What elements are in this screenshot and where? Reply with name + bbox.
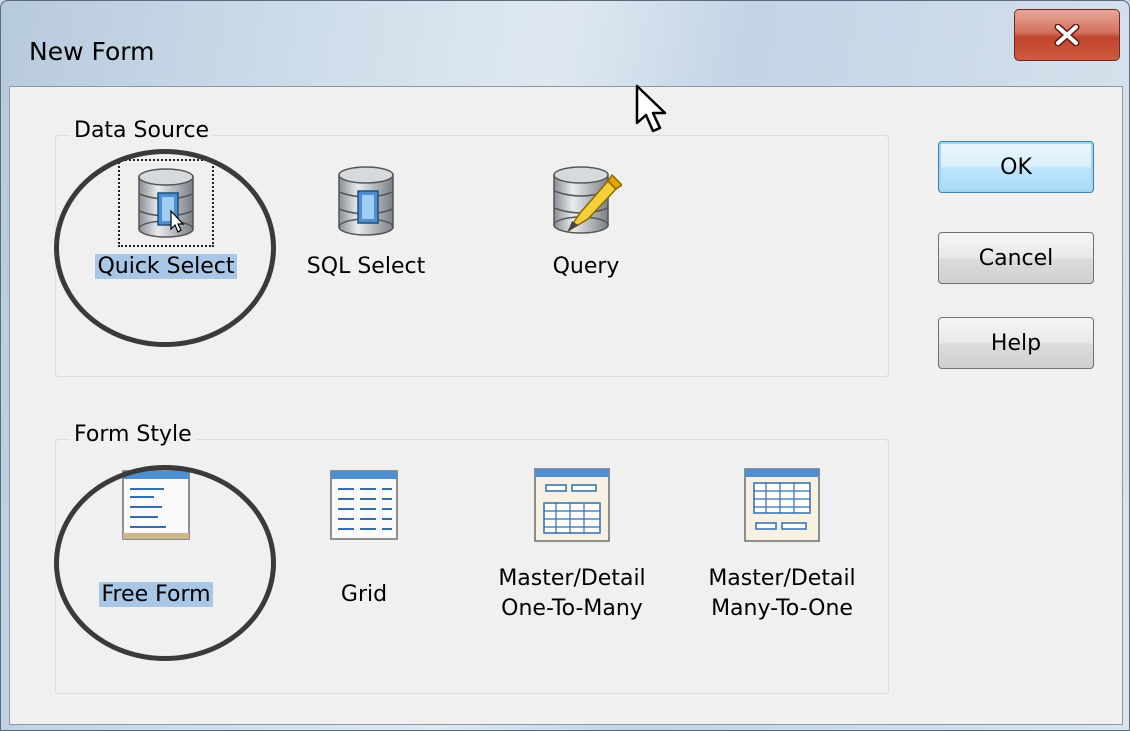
close-icon [1054,24,1080,46]
close-button[interactable] [1014,9,1120,61]
grid-label: Grid [340,582,388,607]
form-style-label: Form Style [70,422,196,447]
master-detail-many-to-one-line1: Master/Detail [708,566,856,591]
help-button[interactable]: Help [938,317,1094,369]
master-detail-many-to-one-option[interactable]: Master/Detail Many-To-One [692,460,872,621]
query-option[interactable]: Query [496,156,676,306]
master-detail-one-to-many-option[interactable]: Master/Detail One-To-Many [482,460,662,621]
grid-option[interactable]: Grid [274,460,454,610]
quick-select-label: Quick Select [95,254,237,279]
free-form-option[interactable]: Free Form [66,460,246,610]
master-detail-many-to-one-icon [737,465,827,545]
sql-select-label: SQL Select [306,254,426,279]
master-detail-one-to-many-line2: One-To-Many [501,596,643,621]
form-style-group: Form Style Free Form Grid Master/Detail … [55,422,889,694]
data-source-label: Data Source [70,118,214,143]
query-label: Query [552,254,620,279]
database-sql-icon [321,161,411,241]
free-form-icon [111,465,201,545]
cancel-button-label: Cancel [978,245,1054,271]
ok-button[interactable]: OK [938,141,1094,193]
help-button-label: Help [990,330,1042,356]
free-form-label: Free Form [99,582,213,607]
database-select-icon [118,159,214,247]
window-title: New Form [29,37,155,66]
database-query-icon [541,161,631,241]
master-detail-one-to-many-icon [527,465,617,545]
master-detail-many-to-one-line2: Many-To-One [711,596,853,621]
master-detail-one-to-many-line1: Master/Detail [498,566,646,591]
grid-icon [319,465,409,545]
cancel-button[interactable]: Cancel [938,232,1094,284]
data-source-group: Data Source Quick Select SQL Select Quer… [55,118,889,377]
dialog-body: Data Source Quick Select SQL Select Quer… [9,86,1123,725]
new-form-dialog: New Form Data Source Quick Select SQL Se… [0,0,1130,731]
title-bar[interactable]: New Form [1,1,1129,76]
quick-select-option[interactable]: Quick Select [76,156,256,306]
sql-select-option[interactable]: SQL Select [276,156,456,306]
ok-button-label: OK [1000,154,1032,180]
